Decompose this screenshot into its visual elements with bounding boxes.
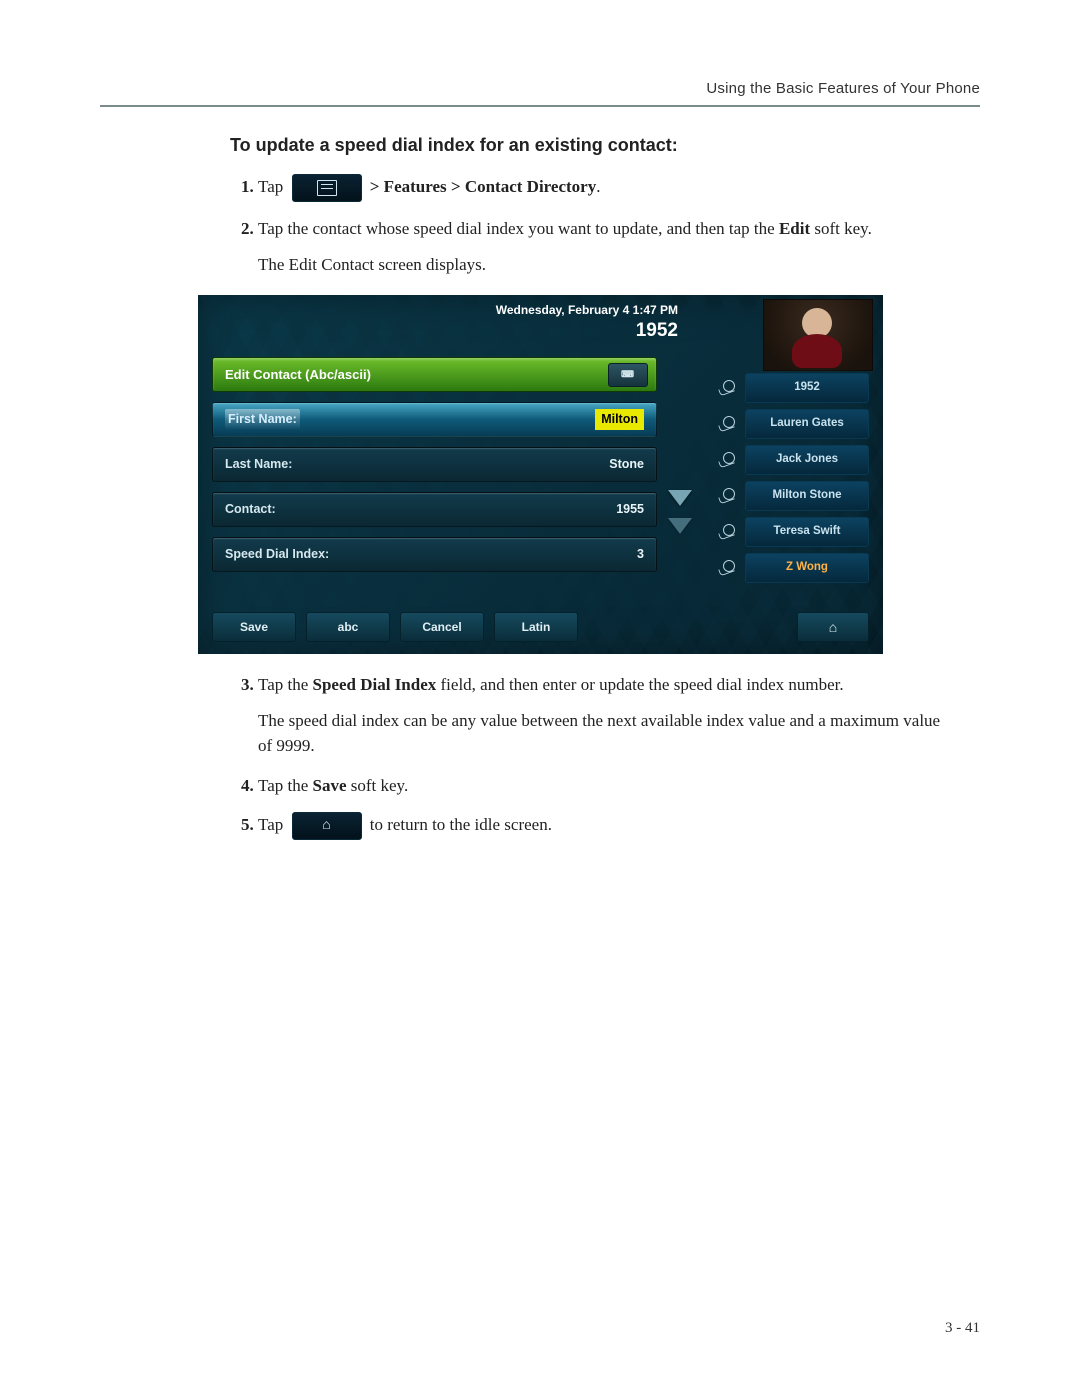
phone-dial-icon [719, 560, 739, 576]
step-2: Tap the contact whose speed dial index y… [258, 216, 950, 654]
field-contact[interactable]: Contact: 1955 [212, 492, 657, 527]
step-4-a: Tap the [258, 776, 313, 795]
edit-contact-panel: Edit Contact (Abc/ascii) ⌨ First Name: M… [212, 357, 657, 572]
field-speed-dial-value: 3 [637, 545, 644, 564]
step-5: Tap ⌂ to return to the idle screen. [258, 812, 950, 840]
softkey-save[interactable]: Save [212, 612, 296, 642]
field-last-name-label: Last Name: [225, 455, 292, 474]
phone-dial-icon [719, 452, 739, 468]
step-4-b: soft key. [347, 776, 409, 795]
speed-dial-row: Jack Jones [719, 445, 869, 475]
speed-dial-row: Z Wong [719, 553, 869, 583]
avatar [763, 299, 873, 371]
step-4-bold: Save [313, 776, 347, 795]
speed-dial-row: Lauren Gates [719, 409, 869, 439]
speed-dial-sidebar: 1952 Lauren Gates Jack Jones Milton [719, 373, 869, 583]
step-5-b: to return to the idle screen. [370, 815, 552, 834]
softkey-home[interactable]: ⌂ [797, 612, 869, 642]
step-1: Tap > Features > Contact Directory. [258, 174, 950, 202]
step-5-a: Tap [258, 815, 283, 834]
chevron-down-icon[interactable] [668, 490, 692, 506]
content-block: To update a speed dial index for an exis… [230, 135, 950, 840]
step-2-text-a: Tap the contact whose speed dial index y… [258, 219, 779, 238]
softkey-bar: Save abc Cancel Latin ⌂ [212, 612, 869, 642]
chapter-header: Using the Basic Features of Your Phone [100, 80, 980, 97]
header-rule [100, 105, 980, 107]
field-contact-label: Contact: [225, 500, 276, 519]
phone-screenshot: Wednesday, February 4 1:47 PM 1952 Edit … [198, 295, 883, 654]
scroll-arrows[interactable] [668, 490, 692, 534]
softkey-abc[interactable]: abc [306, 612, 390, 642]
phone-dial-icon [719, 380, 739, 396]
step-2-bold: Edit [779, 219, 810, 238]
field-contact-value: 1955 [616, 500, 644, 519]
edit-contact-title-bar: Edit Contact (Abc/ascii) ⌨ [212, 357, 657, 392]
field-first-name[interactable]: First Name: Milton [212, 402, 657, 437]
speed-dial-button[interactable]: Milton Stone [745, 481, 869, 511]
speed-dial-row: 1952 [719, 373, 869, 403]
speed-dial-button[interactable]: Z Wong [745, 553, 869, 583]
softkey-cancel[interactable]: Cancel [400, 612, 484, 642]
speed-dial-button[interactable]: Lauren Gates [745, 409, 869, 439]
field-last-name-value: Stone [609, 455, 644, 474]
phone-extension: 1952 [636, 317, 678, 346]
step-3-b: field, and then enter or update the spee… [436, 675, 843, 694]
speed-dial-row: Milton Stone [719, 481, 869, 511]
step-1-dot: . [596, 177, 600, 196]
field-first-name-label: First Name: [225, 409, 300, 430]
step-3-a: Tap the [258, 675, 313, 694]
phone-datetime: Wednesday, February 4 1:47 PM [198, 301, 688, 319]
document-page: Using the Basic Features of Your Phone T… [0, 0, 1080, 1397]
step-1-path: > Features > Contact Directory [370, 177, 596, 196]
home-icon: ⌂ [829, 620, 837, 634]
home-icon: ⌂ [292, 812, 362, 840]
edit-contact-title: Edit Contact (Abc/ascii) [225, 365, 371, 385]
field-first-name-value: Milton [595, 409, 644, 430]
step-4: Tap the Save soft key. [258, 773, 950, 799]
step-3-bold: Speed Dial Index [313, 675, 437, 694]
phone-dial-icon [719, 488, 739, 504]
speed-dial-button[interactable]: Jack Jones [745, 445, 869, 475]
phone-dial-icon [719, 416, 739, 432]
section-title: To update a speed dial index for an exis… [230, 135, 950, 156]
speed-dial-row: Teresa Swift [719, 517, 869, 547]
speed-dial-button[interactable]: 1952 [745, 373, 869, 403]
field-last-name[interactable]: Last Name: Stone [212, 447, 657, 482]
speed-dial-button[interactable]: Teresa Swift [745, 517, 869, 547]
field-speed-dial[interactable]: Speed Dial Index: 3 [212, 537, 657, 572]
step-2-para2: The Edit Contact screen displays. [258, 252, 950, 278]
instruction-list: Tap > Features > Contact Directory. Tap … [230, 174, 950, 840]
keyboard-icon[interactable]: ⌨ [608, 363, 648, 387]
step-3: Tap the Speed Dial Index field, and then… [258, 672, 950, 759]
softkey-latin[interactable]: Latin [494, 612, 578, 642]
phone-dial-icon [719, 524, 739, 540]
step-1-tap: Tap [258, 177, 283, 196]
chevron-down-icon[interactable] [668, 518, 692, 534]
menu-icon [292, 174, 362, 202]
step-3-para2: The speed dial index can be any value be… [258, 708, 950, 759]
field-speed-dial-label: Speed Dial Index: [225, 545, 329, 564]
step-2-text-b: soft key. [810, 219, 872, 238]
page-number: 3 - 41 [945, 1320, 980, 1337]
